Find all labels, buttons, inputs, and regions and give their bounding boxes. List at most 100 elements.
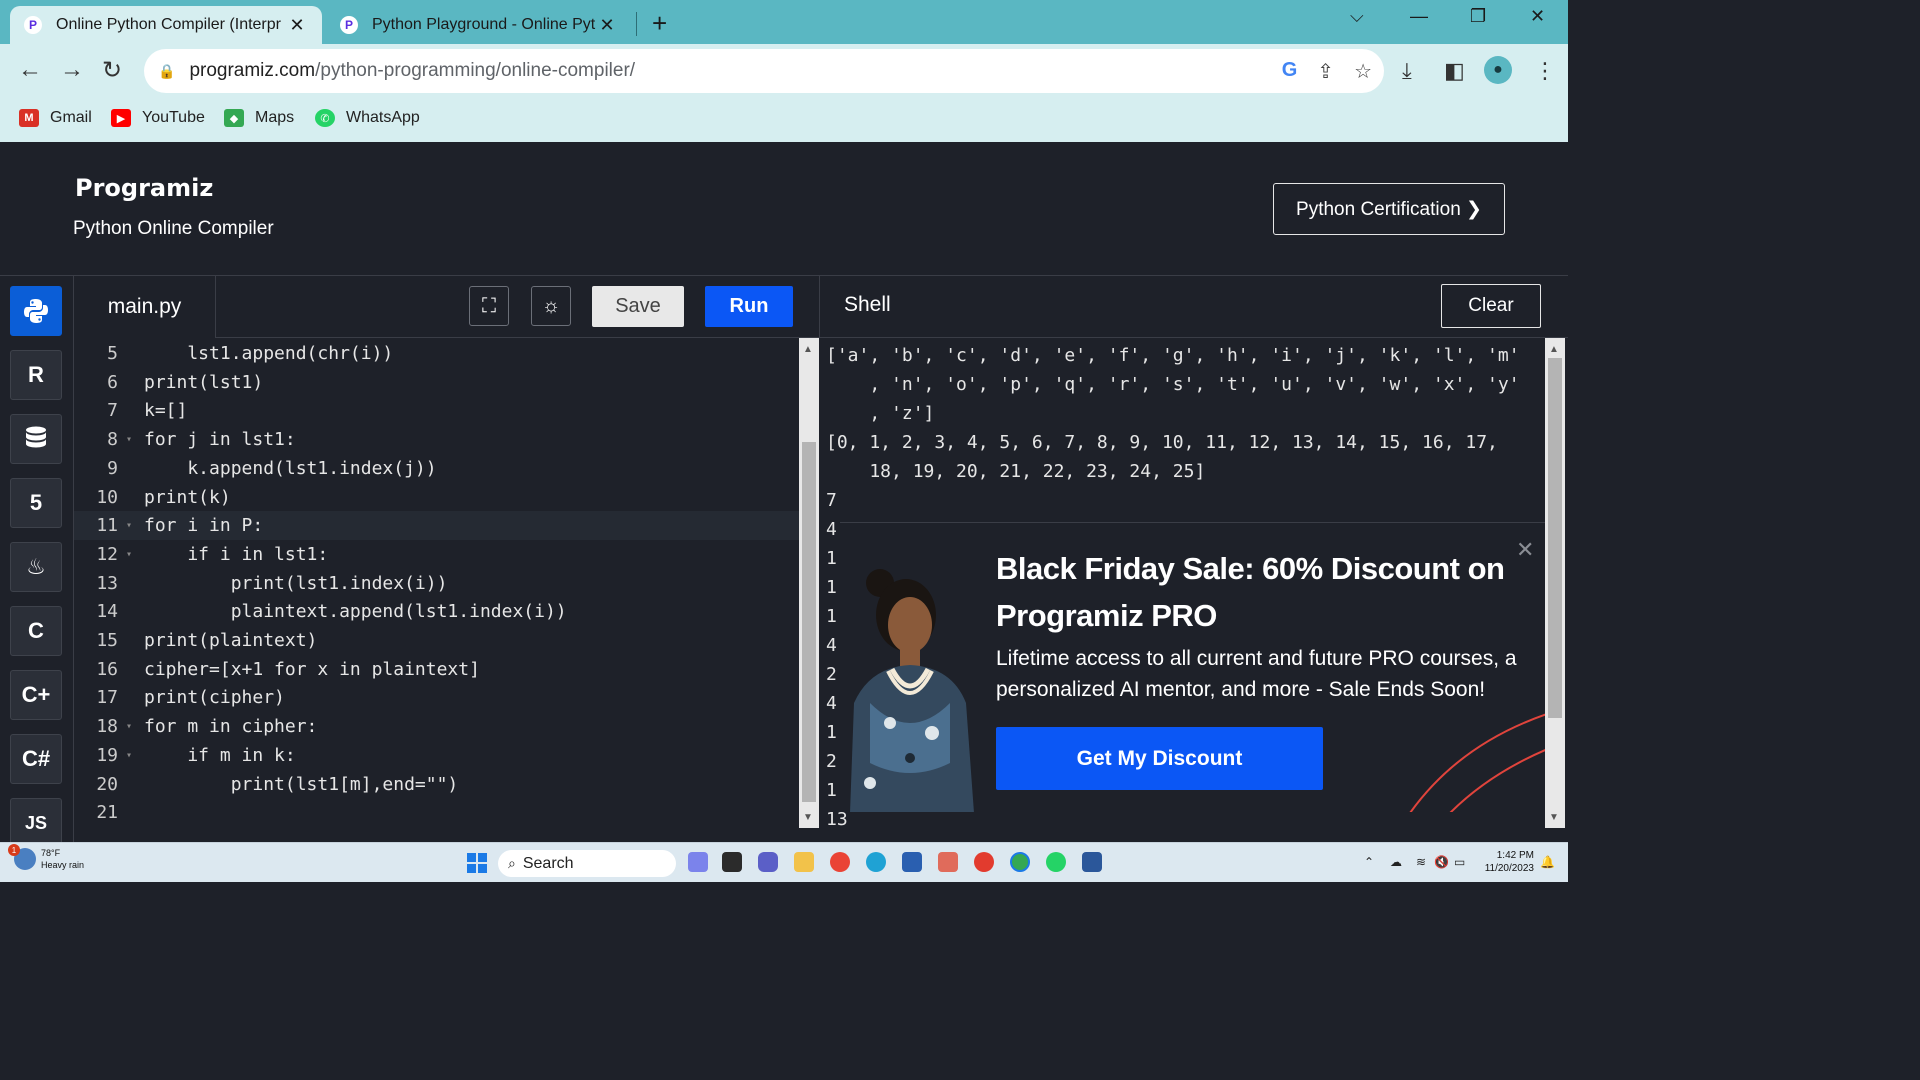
code-editor[interactable]: 5 lst1.append(chr(i)) 6 print(lst1) 7 k=[] 8 ▾… <box>74 338 799 842</box>
new-tab-icon[interactable]: + <box>652 8 667 39</box>
sql-database-icon[interactable] <box>10 414 62 464</box>
tray-chevron-icon[interactable]: ⌃ <box>1364 855 1374 869</box>
code-line[interactable]: 5 lst1.append(chr(i)) <box>74 339 799 368</box>
code-text: if i in lst1: <box>144 543 329 565</box>
cpp-language-icon[interactable]: C+ <box>10 670 62 720</box>
save-button[interactable]: Save <box>592 286 684 327</box>
reload-icon[interactable]: ↻ <box>102 56 122 85</box>
whatsapp-taskbar-icon[interactable] <box>1046 852 1066 872</box>
editor-scrollbar-thumb[interactable] <box>802 442 816 802</box>
onedrive-icon[interactable]: ☁ <box>1390 855 1402 869</box>
shell-scrollbar[interactable]: ▲ ▼ <box>1545 338 1565 828</box>
bookmark-label: Gmail <box>50 109 92 126</box>
code-line[interactable]: 6 print(lst1) <box>74 368 799 397</box>
browser-tab-inactive[interactable]: P Python Playground - Online Pytl ✕ <box>326 6 632 44</box>
restore-window-icon[interactable]: ❐ <box>1470 6 1486 27</box>
google-icon[interactable]: G <box>1282 59 1298 84</box>
profile-avatar-icon[interactable]: ● <box>1484 56 1512 84</box>
browser-tab-active[interactable]: P Online Python Compiler (Interpr ✕ <box>10 6 322 44</box>
taskbar-clock[interactable]: 1:42 PM 11/20/2023 <box>1478 849 1534 875</box>
forward-arrow-icon[interactable]: → <box>60 56 84 84</box>
code-line[interactable]: 15 print(plaintext) <box>74 626 799 655</box>
code-line[interactable]: 18 ▾ for m in cipher: <box>74 712 799 741</box>
microsoft-store-icon[interactable] <box>902 852 922 872</box>
csharp-language-icon[interactable]: C# <box>10 734 62 784</box>
fold-arrow-icon[interactable]: ▾ <box>122 520 136 531</box>
fold-arrow-icon[interactable]: ▾ <box>122 549 136 560</box>
windows-start-icon[interactable] <box>467 853 487 873</box>
fold-arrow-icon[interactable]: ▾ <box>122 434 136 445</box>
share-icon[interactable]: ⇪ <box>1317 59 1334 84</box>
bookmark-maps[interactable]: ◆ Maps <box>224 109 294 127</box>
scroll-down-arrow-icon[interactable]: ▼ <box>1549 812 1559 823</box>
code-line[interactable]: 9 k.append(lst1.index(j)) <box>74 454 799 483</box>
c-language-icon[interactable]: C <box>10 606 62 656</box>
bookmark-gmail[interactable]: M Gmail <box>19 109 92 127</box>
theme-toggle-sun-icon[interactable]: ☼ <box>531 286 571 326</box>
shell-header: Shell Clear <box>819 276 1568 338</box>
tab-search-chevron-icon[interactable]: ⌵ <box>1350 6 1364 27</box>
get-discount-button[interactable]: Get My Discount <box>996 727 1323 790</box>
bookmark-whatsapp[interactable]: ✆ WhatsApp <box>315 109 420 127</box>
task-view-icon[interactable] <box>722 852 742 872</box>
antivirus-icon[interactable] <box>974 852 994 872</box>
clear-button[interactable]: Clear <box>1441 284 1541 328</box>
code-line[interactable]: 7 k=[] <box>74 396 799 425</box>
editor-scrollbar[interactable]: ▲ ▼ <box>799 338 819 828</box>
code-line[interactable]: 14 plaintext.append(lst1.index(i)) <box>74 597 799 626</box>
code-line[interactable]: 13 print(lst1.index(i)) <box>74 569 799 598</box>
python-icon[interactable] <box>10 286 62 336</box>
weather-widget[interactable]: 1 78°F Heavy rain <box>8 844 84 871</box>
volume-muted-icon[interactable]: 🔇 <box>1434 855 1449 869</box>
shell-output-line: [0, 1, 2, 3, 4, 5, 6, 7, 8, 9, 10, 11, 1… <box>826 432 1498 453</box>
code-line[interactable]: 8 ▾ for j in lst1: <box>74 425 799 454</box>
scroll-down-arrow-icon[interactable]: ▼ <box>803 812 813 823</box>
code-line[interactable]: 11 ▾ for i in P: <box>74 511 799 541</box>
fold-arrow-icon[interactable]: ▾ <box>122 721 136 732</box>
bookmark-star-icon[interactable]: ☆ <box>1354 59 1372 84</box>
office-icon[interactable] <box>938 852 958 872</box>
code-line[interactable]: 16 cipher=[x+1 for x in plaintext] <box>74 655 799 684</box>
file-tab-main-py[interactable]: main.py <box>74 276 216 338</box>
chrome-icon[interactable] <box>830 852 850 872</box>
menu-kebab-icon[interactable]: ⋮ <box>1534 58 1556 84</box>
chrome-active-icon[interactable] <box>1010 852 1030 872</box>
edge-icon[interactable] <box>866 852 886 872</box>
html5-icon[interactable]: 5 <box>10 478 62 528</box>
download-icon[interactable]: ⤓ <box>1402 58 1412 84</box>
back-arrow-icon[interactable]: ← <box>18 56 42 84</box>
address-bar[interactable]: 🔒 programiz.com/python-programming/onlin… <box>144 49 1384 93</box>
code-line[interactable]: 20 print(lst1[m],end="") <box>74 770 799 799</box>
fullscreen-icon[interactable]: ⛶ <box>469 286 509 326</box>
close-tab-icon[interactable]: ✕ <box>286 15 308 36</box>
battery-icon[interactable]: ▭ <box>1454 855 1465 869</box>
teams-chat-icon[interactable] <box>758 852 778 872</box>
code-line[interactable]: 12 ▾ if i in lst1: <box>74 540 799 569</box>
side-panel-icon[interactable]: ◧ <box>1444 58 1465 84</box>
bookmark-youtube[interactable]: ▶ YouTube <box>111 109 205 127</box>
code-line[interactable]: 19 ▾ if m in k: <box>74 741 799 770</box>
python-certification-button[interactable]: Python Certification ❯ <box>1273 183 1505 235</box>
word-icon[interactable] <box>1082 852 1102 872</box>
close-tab-icon[interactable]: ✕ <box>596 15 618 36</box>
code-line[interactable]: 21 <box>74 798 799 827</box>
taskbar-search[interactable]: ⌕ Search <box>498 850 676 877</box>
close-window-icon[interactable]: ✕ <box>1530 6 1545 27</box>
run-button[interactable]: Run <box>705 286 793 327</box>
programiz-logo[interactable]: Programiz <box>75 174 213 202</box>
javascript-icon[interactable]: JS <box>10 798 62 848</box>
wifi-icon[interactable]: ≋ <box>1416 855 1426 869</box>
code-line[interactable]: 10 print(k) <box>74 483 799 512</box>
notification-bell-icon[interactable]: 🔔 <box>1540 855 1555 869</box>
shell-scrollbar-thumb[interactable] <box>1548 358 1562 718</box>
scroll-up-arrow-icon[interactable]: ▲ <box>1549 344 1559 355</box>
java-icon[interactable]: ♨ <box>10 542 62 592</box>
r-language-icon[interactable]: R <box>10 350 62 400</box>
file-explorer-icon[interactable] <box>794 852 814 872</box>
code-line[interactable]: 17 print(cipher) <box>74 683 799 712</box>
close-promo-icon[interactable]: ✕ <box>1516 537 1534 563</box>
copilot-icon[interactable] <box>688 852 708 872</box>
fold-arrow-icon[interactable]: ▾ <box>122 750 136 761</box>
minimize-icon[interactable]: — <box>1410 6 1428 27</box>
scroll-up-arrow-icon[interactable]: ▲ <box>803 344 813 355</box>
